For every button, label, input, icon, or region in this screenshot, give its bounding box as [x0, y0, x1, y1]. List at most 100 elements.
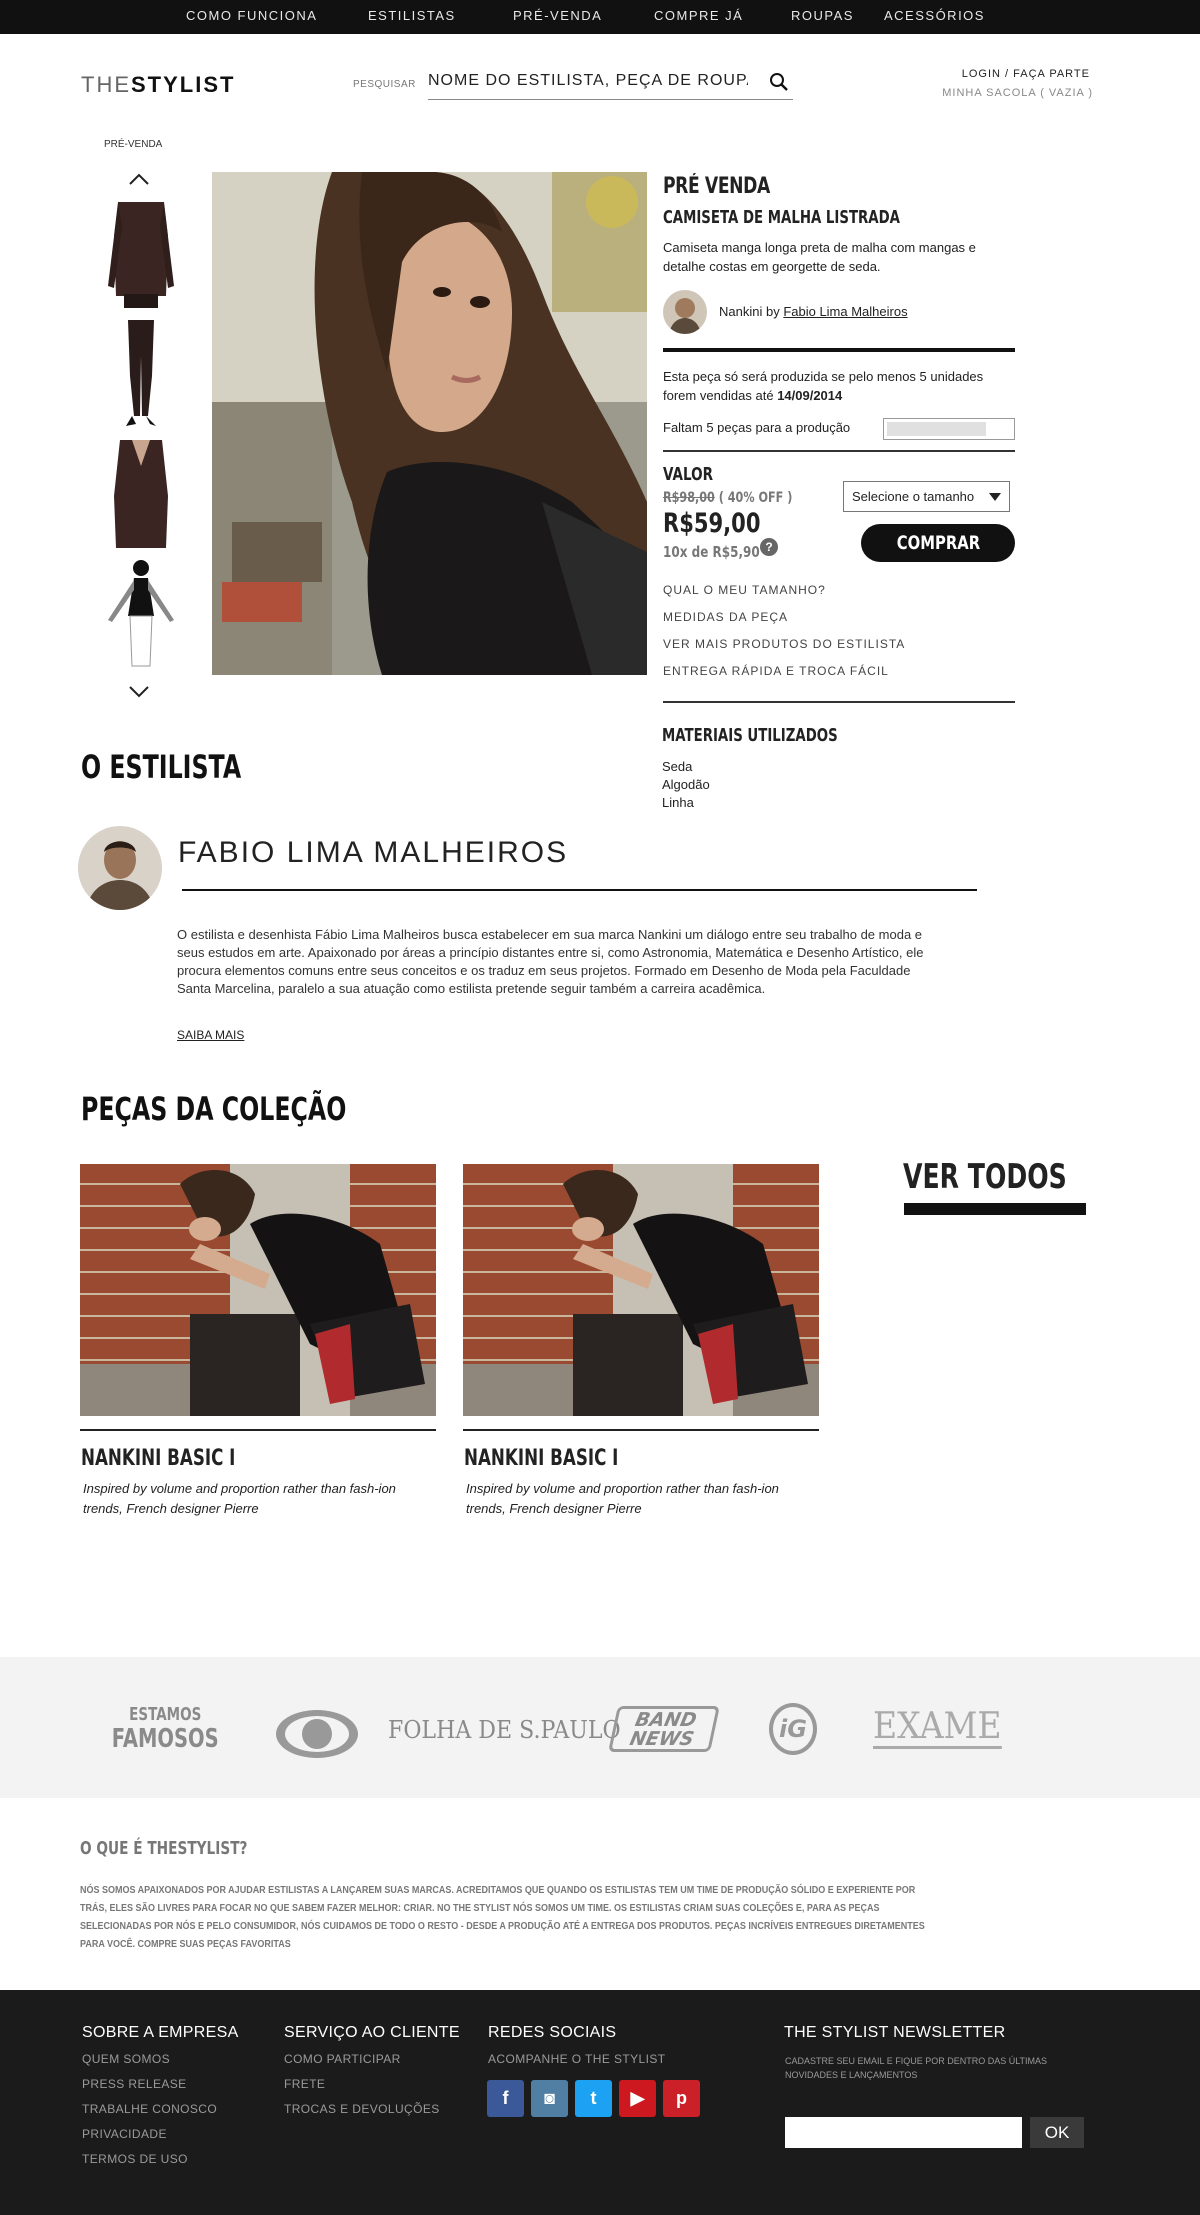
- material-item: Linha: [662, 795, 694, 810]
- login-link[interactable]: LOGIN / FAÇA PARTE: [962, 68, 1090, 80]
- old-price-value: R$98,00: [663, 490, 715, 506]
- collection-item-image[interactable]: [80, 1164, 436, 1416]
- product-main-image: [212, 172, 647, 675]
- help-icon[interactable]: ?: [760, 538, 778, 556]
- caret-down-icon: [989, 493, 1001, 501]
- stylist-name: FABIO LIMA MALHEIROS: [178, 836, 569, 869]
- globo-logo-icon: [276, 1710, 358, 1758]
- footer-link-participar[interactable]: COMO PARTICIPAR: [284, 2052, 440, 2077]
- footer-link-frete[interactable]: FRETE: [284, 2077, 440, 2102]
- buy-button-label: COMPRAR: [896, 532, 980, 554]
- buy-button[interactable]: COMPRAR: [861, 524, 1015, 562]
- material-item: Algodão: [662, 777, 710, 792]
- size-select[interactable]: Selecione o tamanho: [843, 481, 1010, 512]
- twitter-icon[interactable]: t: [575, 2080, 612, 2117]
- chevron-up-icon[interactable]: [128, 172, 150, 186]
- divider: [663, 701, 1015, 703]
- link-delivery[interactable]: ENTREGA RÁPIDA E TROCA FÁCIL: [663, 664, 905, 691]
- notice-date: 14/09/2014: [777, 388, 843, 403]
- divider: [663, 348, 1015, 352]
- footer-social-sub-wrap: ACOMPANHE O THE STYLIST: [488, 2052, 665, 2077]
- see-all-underline: [904, 1203, 1086, 1215]
- production-progress-bar: [883, 418, 1015, 440]
- stylist-avatar[interactable]: [78, 826, 162, 910]
- search-box: [428, 66, 793, 100]
- site-logo[interactable]: THESTYLIST: [81, 72, 235, 98]
- about-text: NÓS SOMOS APAIXONADOS POR AJUDAR ESTILIS…: [80, 1885, 925, 1950]
- nav-compre-ja[interactable]: COMPRE JÁ: [654, 8, 743, 23]
- nav-acessorios[interactable]: ACESSÓRIOS: [884, 8, 985, 23]
- divider: [182, 889, 977, 891]
- installments: 10x de R$5,90: [663, 543, 760, 561]
- youtube-icon[interactable]: ▶: [619, 2080, 656, 2117]
- brand-prefix: Nankini by: [719, 304, 784, 319]
- footer-service-title: SERVIÇO AO CLIENTE: [284, 2024, 460, 2041]
- link-more-products[interactable]: VER MAIS PRODUTOS DO ESTILISTA: [663, 637, 905, 664]
- nav-roupas[interactable]: ROUPAS: [791, 8, 854, 23]
- search-input[interactable]: [428, 66, 748, 96]
- newsletter-subtitle: CADASTRE SEU EMAIL E FIQUE POR DENTRO DA…: [785, 2056, 1048, 2080]
- chevron-down-icon[interactable]: [128, 685, 150, 699]
- stylist-section-title: O ESTILISTA: [81, 748, 242, 786]
- folha-logo: FOLHA DE S.PAULO: [388, 1716, 621, 1744]
- instagram-icon[interactable]: ◙: [531, 2080, 568, 2117]
- materials-list: Seda Algodão Linha: [662, 758, 710, 812]
- see-all-link[interactable]: VER TODOS: [903, 1157, 1067, 1197]
- collection-item-desc: Inspired by volume and proportion rather…: [83, 1481, 396, 1516]
- facebook-icon[interactable]: f: [487, 2080, 524, 2117]
- nav-como-funciona[interactable]: COMO FUNCIONA: [186, 8, 317, 23]
- thumbnail-3[interactable]: [96, 436, 186, 548]
- divider: [80, 1429, 436, 1431]
- material-item: Seda: [662, 759, 693, 774]
- divider: [663, 450, 1015, 452]
- footer-link-trocas[interactable]: TROCAS E DEVOLUÇÕES: [284, 2102, 440, 2127]
- production-notice: Esta peça só será produzida se pelo meno…: [663, 367, 1013, 405]
- pinterest-icon[interactable]: p: [663, 2080, 700, 2117]
- logo-bold: STYLIST: [131, 72, 236, 97]
- value-label: VALOR: [663, 464, 713, 485]
- divider: [463, 1429, 819, 1431]
- product-description: Camiseta manga longa preta de malha com …: [663, 240, 976, 274]
- thumbnail-1[interactable]: [96, 196, 186, 308]
- thumbnail-sketch[interactable]: [96, 556, 186, 668]
- presale-heading: PRÉ VENDA: [663, 174, 770, 199]
- stylist-bio: O estilista e desenhista Fábio Lima Malh…: [177, 927, 924, 996]
- footer-link-termos[interactable]: TERMOS DE USO: [82, 2152, 217, 2177]
- collection-item-title[interactable]: NANKINI BASIC I: [464, 1446, 618, 1471]
- newsletter-title: THE STYLIST NEWSLETTER: [784, 2024, 1006, 2041]
- designer-link[interactable]: Fabio Lima Malheiros: [783, 304, 907, 319]
- footer-link-quem-somos[interactable]: QUEM SOMOS: [82, 2052, 217, 2077]
- shopping-bag-link[interactable]: MINHA SACOLA ( VAZIA ): [942, 87, 1093, 99]
- nav-estilistas[interactable]: ESTILISTAS: [368, 8, 456, 23]
- newsletter-submit-button[interactable]: OK: [1030, 2117, 1084, 2148]
- footer-company-links: QUEM SOMOS PRESS RELEASE TRABALHE CONOSC…: [82, 2052, 217, 2177]
- materials-title: MATERIAIS UTILIZADOS: [662, 725, 838, 746]
- remaining-pieces: Faltam 5 peças para a produção: [663, 420, 851, 435]
- band-news-line2: NEWS: [627, 1728, 696, 1750]
- collection-item-title[interactable]: NANKINI BASIC I: [81, 1446, 235, 1471]
- thumbnail-2[interactable]: [96, 316, 186, 428]
- footer-link-trabalhe[interactable]: TRABALHE CONOSCO: [82, 2102, 217, 2127]
- search-label: PESQUISAR: [353, 79, 416, 90]
- exame-logo: EXAME: [873, 1706, 1002, 1749]
- link-measurements[interactable]: MEDIDAS DA PEÇA: [663, 610, 905, 637]
- ig-logo: iG: [769, 1703, 817, 1755]
- product-name: CAMISETA DE MALHA LISTRADA: [663, 207, 900, 228]
- footer-link-press[interactable]: PRESS RELEASE: [82, 2077, 217, 2102]
- designer-avatar[interactable]: [663, 290, 707, 334]
- old-price: R$98,00 ( 40% OFF ): [663, 490, 792, 506]
- collection-item-desc: Inspired by volume and proportion rather…: [466, 1481, 779, 1516]
- learn-more-link[interactable]: SAIBA MAIS: [177, 1028, 244, 1042]
- about-title: O QUE É THESTYLIST?: [80, 1838, 248, 1859]
- footer-social-sub[interactable]: ACOMPANHE O THE STYLIST: [488, 2052, 665, 2077]
- size-select-value: Selecione o tamanho: [852, 489, 975, 504]
- newsletter-email-input[interactable]: [785, 2117, 1022, 2148]
- link-size-guide[interactable]: QUAL O MEU TAMANHO?: [663, 583, 905, 610]
- nav-pre-venda[interactable]: PRÉ-VENDA: [513, 8, 602, 23]
- search-icon[interactable]: [769, 72, 789, 92]
- current-price: R$59,00: [663, 508, 761, 539]
- collection-title: PEÇAS DA COLEÇÃO: [81, 1090, 347, 1128]
- gallery-label: PRÉ-VENDA: [104, 139, 163, 150]
- collection-item-image[interactable]: [463, 1164, 819, 1416]
- footer-link-privacidade[interactable]: PRIVACIDADE: [82, 2127, 217, 2152]
